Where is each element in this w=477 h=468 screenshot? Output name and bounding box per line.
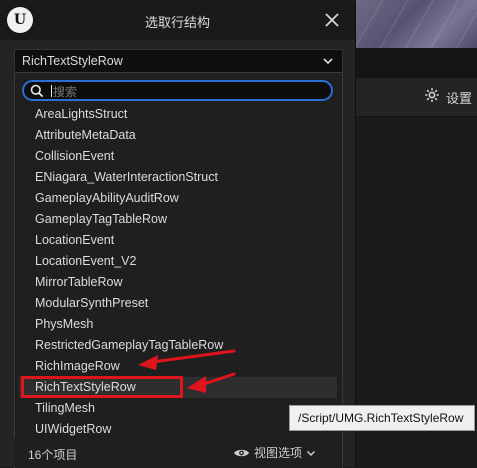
background-panel <box>356 48 477 78</box>
viewport-preview <box>356 0 477 48</box>
list-item[interactable]: ModularSynthPreset <box>19 293 337 314</box>
list-item[interactable]: CollisionEvent <box>19 146 337 167</box>
list-item[interactable]: AttributeMetaData <box>19 125 337 146</box>
list-item[interactable]: AreaLightsStruct <box>19 104 337 125</box>
chevron-down-icon <box>323 58 333 65</box>
annotation-arrow <box>187 372 236 393</box>
gear-icon <box>424 87 440 108</box>
row-structure-combo[interactable]: RichTextStyleRow <box>14 49 343 73</box>
search-box[interactable] <box>22 80 333 101</box>
list-item[interactable]: ENiagara_WaterInteractionStruct <box>19 167 337 188</box>
search-icon <box>30 84 44 98</box>
list-item[interactable]: PhysMesh <box>19 314 337 335</box>
settings-button[interactable]: 设置 <box>424 87 472 108</box>
text-caret <box>51 85 52 97</box>
eye-icon <box>234 449 249 456</box>
view-options-button[interactable]: 视图选项 <box>233 444 316 461</box>
chevron-down-icon <box>306 450 316 456</box>
dialog-title: 选取行结构 <box>144 15 210 30</box>
dropdown-footer: 16个项目 视图选项 <box>14 438 341 467</box>
list-item[interactable]: GameplayAbilityAuditRow <box>19 188 337 209</box>
combo-selected-value: RichTextStyleRow <box>22 54 123 68</box>
close-button[interactable] <box>322 10 342 30</box>
dialog-titlebar[interactable]: U 选取行结构 <box>0 0 355 40</box>
item-count: 16个项目 <box>28 448 78 462</box>
list-item[interactable]: GameplayTagTableRow <box>19 209 337 230</box>
view-options-label: 视图选项 <box>254 446 303 460</box>
list-item[interactable]: MirrorTableRow <box>19 272 337 293</box>
annotation-highlight-box <box>21 376 183 398</box>
list-item[interactable]: LocationEvent_V2 <box>19 251 337 272</box>
settings-label: 设置 <box>446 91 473 106</box>
close-icon <box>325 13 339 27</box>
list-item[interactable]: LocationEvent <box>19 230 337 251</box>
class-path-tooltip: /Script/UMG.RichTextStyleRow <box>289 405 475 431</box>
search-input[interactable] <box>51 83 325 100</box>
